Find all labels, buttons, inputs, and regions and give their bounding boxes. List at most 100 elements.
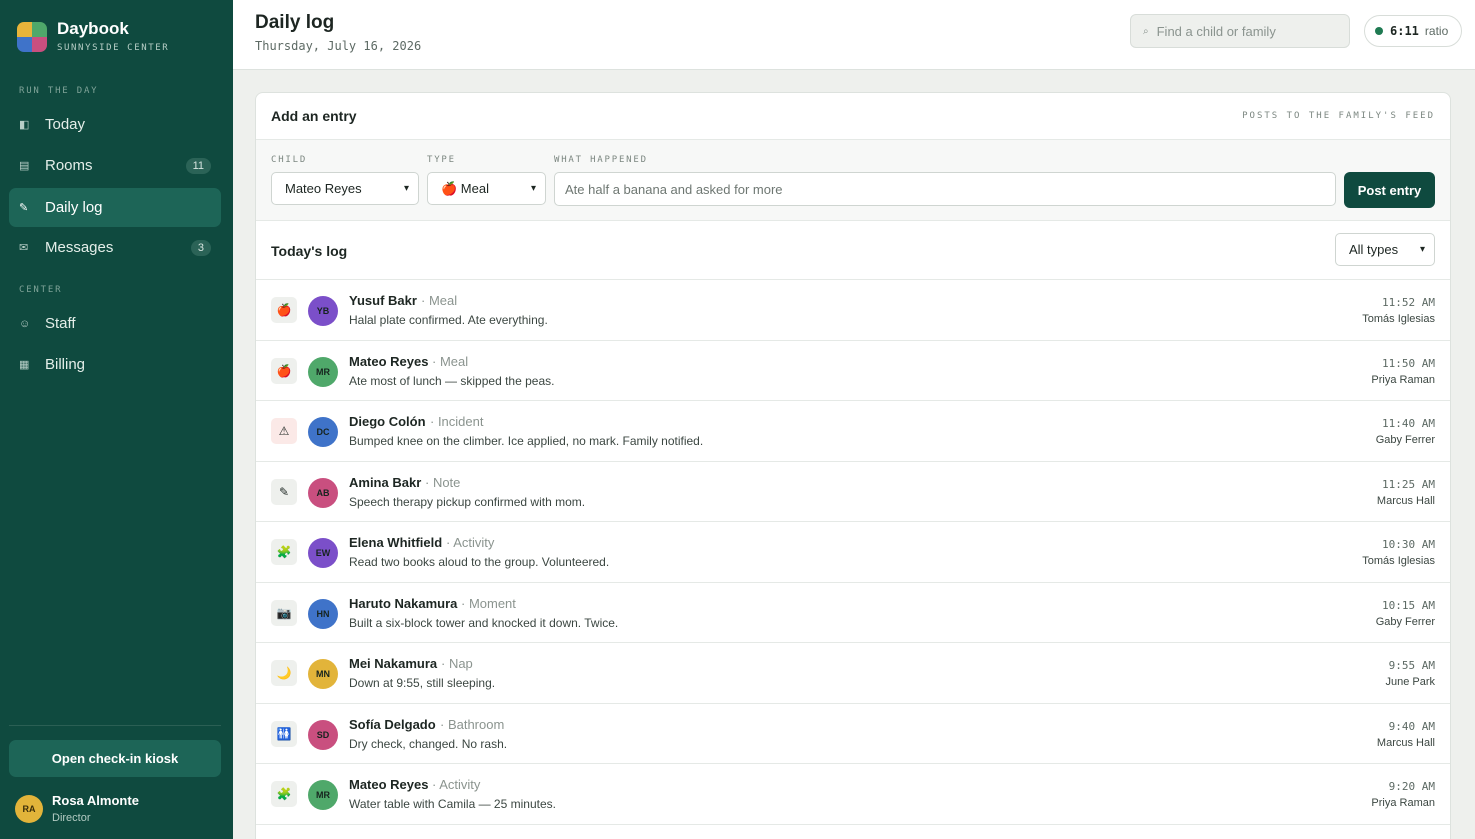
child-name[interactable]: Yusuf Bakr [349,293,417,308]
child-name[interactable]: Sofía Delgado [349,717,436,732]
chevron-down-icon: ▾ [1419,244,1425,255]
what-happened-input[interactable] [554,172,1336,206]
post-entry-button[interactable]: Post entry [1344,172,1435,208]
entry-type: · Meal [432,353,469,369]
entry-time: 9:55 AM [1388,659,1435,672]
avatar: RA [15,794,43,823]
add-entry-header: Add an entry POSTS TO THE FAMILY'S FEED [256,93,1450,140]
log-entry-row[interactable]: 🍎 YB Yusuf Bakr · Meal Halal plate confirmed… [256,280,1450,341]
moon-icon: 🌙 [271,660,297,686]
entry-time: 10:15 AM [1382,598,1435,612]
entry-type: · Moment [461,595,516,611]
log-entry-row[interactable]: 🍎 MR Mateo Reyes · Meal Ate most of lunch — … [256,341,1450,401]
rooms-count-badge: 11 [185,157,211,174]
child-name[interactable]: Amina Bakr [349,475,421,490]
entry-type: · Bathroom [440,716,505,732]
avatar: MR [308,356,338,387]
log-entry-row[interactable]: ⚠ DC Diego Colón · Incident Bumped knee on t… [256,401,1450,462]
entry-type: · Note [425,474,461,490]
log-entries-list: 🍎 YB Yusuf Bakr · Meal Halal plate confirmed… [256,280,1450,825]
sidebar-item-label: Today [45,116,86,133]
child-select[interactable]: Mateo Reyes ▾ [271,172,419,205]
puzzle-icon: 🧩 [271,539,297,565]
page-title: Daily log [255,12,335,33]
posts-to-feed-note: POSTS TO THE FAMILY'S FEED [1242,111,1435,121]
nav-section-center: CENTER [19,285,63,295]
type-select[interactable]: 🍎 Meal ▾ [427,172,546,205]
user-name: Rosa Almonte [52,793,139,808]
brand[interactable]: Daybook SUNNYSIDE CENTER [17,20,169,53]
entry-staff: Tomás Iglesias [1362,313,1435,325]
log-entry-row[interactable]: 🧩 MR Mateo Reyes · Activity Water table with… [256,764,1450,825]
child-name[interactable]: Mei Nakamura [349,656,437,671]
entry-text: Ate most of lunch — skipped the peas. [349,373,555,388]
entry-type: · Meal [421,293,458,308]
sidebar-item-daily-log[interactable]: ✎ Daily log [9,188,221,227]
child-name[interactable]: Mateo Reyes [349,777,428,792]
entry-staff: Marcus Hall [1376,736,1435,749]
entry-staff: Priya Raman [1371,797,1435,809]
log-entry-row[interactable]: 🧩 EW Elena Whitfield · Activity Read two boo… [256,522,1450,583]
chevron-down-icon: ▾ [530,183,536,194]
child-name[interactable]: Diego Colón [349,414,426,429]
entry-type: · Nap [441,656,473,671]
avatar: MR [308,780,338,810]
entry-staff: Gaby Ferrer [1375,615,1435,628]
entry-text: Dry check, changed. No rash. [349,736,508,751]
entry-text: Read two books aloud to the group. Volun… [349,555,610,569]
page-date: Thursday, July 16, 2026 [255,39,422,53]
sidebar-item-label: Rooms [45,157,93,174]
avatar: MN [308,659,338,689]
avatar: EW [308,538,338,568]
status-dot-icon [1375,27,1383,35]
entry-staff: Gaby Ferrer [1375,434,1435,446]
entry-type: · Activity [446,535,495,550]
sidebar-item-messages[interactable]: ✉ Messages 3 [9,228,221,267]
avatar: YB [308,296,338,326]
child-name[interactable]: Elena Whitfield [349,535,442,550]
entry-staff: Tomás Iglesias [1362,555,1435,567]
staff-icon: ☺ [19,317,31,330]
log-entry-row[interactable]: 🚻 SD Sofía Delgado · Bathroom Dry check, cha… [256,704,1450,764]
search-icon: ⌕ [1143,25,1149,37]
camera-icon: 📷 [271,599,297,626]
entry-text: Built a six-block tower and knocked it d… [349,615,619,630]
sidebar: Daybook SUNNYSIDE CENTER RUN THE DAY ◧ T… [0,0,233,839]
sidebar-item-billing[interactable]: ▦ Billing [9,345,221,384]
add-entry-title: Add an entry [271,108,357,124]
child-name[interactable]: Mateo Reyes [349,354,428,369]
entry-time: 10:30 AM [1382,538,1435,551]
warning-icon: ⚠ [271,418,297,444]
puzzle-icon: 🧩 [271,781,297,807]
entry-time: 11:40 AM [1382,417,1435,430]
avatar: AB [308,477,338,508]
pencil-icon: ✎ [271,478,297,505]
child-select-value: Mateo Reyes [285,181,362,196]
messages-count-badge: 3 [190,239,211,256]
type-label: TYPE [427,155,456,165]
child-name[interactable]: Haruto Nakamura [349,596,457,611]
search-box[interactable]: ⌕ [1130,14,1350,48]
type-filter-select[interactable]: All types ▾ [1335,233,1435,266]
entry-time: 11:50 AM [1382,356,1435,370]
nav-section-run-the-day: RUN THE DAY [19,86,99,96]
user-profile[interactable]: RA Rosa Almonte Director [15,793,139,824]
todays-log-title: Today's log [271,243,348,259]
log-entry-row[interactable]: 🌙 MN Mei Nakamura · Nap Down at 9:55, still … [256,643,1450,704]
entry-type: · Activity [432,777,481,792]
add-entry-form: CHILD Mateo Reyes ▾ TYPE 🍎 Meal ▾ WHAT H… [256,140,1450,221]
apple-icon: 🍎 [271,297,297,323]
entry-text: Bumped knee on the climber. Ice applied,… [349,434,704,448]
log-entry-row[interactable]: ✎ AB Amina Bakr · Note Speech therapy pickup… [256,462,1450,522]
sidebar-item-today[interactable]: ◧ Today [9,105,221,144]
entry-type: · Incident [430,414,484,429]
sidebar-item-rooms[interactable]: ▤ Rooms 11 [9,146,221,185]
entry-staff: Marcus Hall [1376,494,1435,507]
type-filter-value: All types [1349,242,1399,257]
rooms-icon: ▤ [19,160,30,172]
log-entry-row[interactable]: 📷 HN Haruto Nakamura · Moment Built a six-bl… [256,583,1450,643]
sidebar-item-staff[interactable]: ☺ Staff [9,304,221,343]
header: Daily log Thursday, July 16, 2026 ⌕ 6:11… [233,0,1475,70]
search-input[interactable] [1156,23,1337,39]
open-kiosk-button[interactable]: Open check-in kiosk [9,740,221,777]
